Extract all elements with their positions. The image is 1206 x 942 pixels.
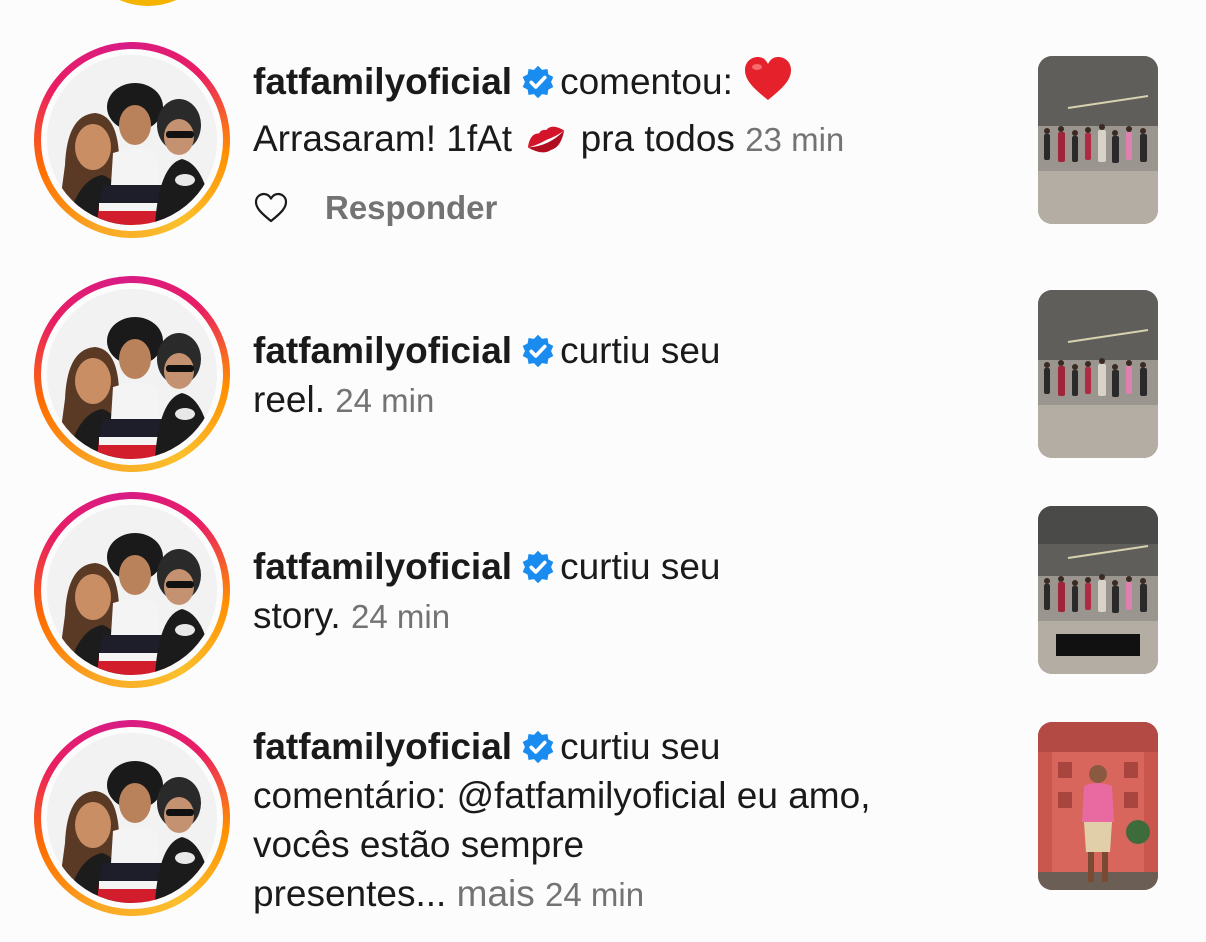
red-heart-icon xyxy=(743,56,793,114)
avatar[interactable] xyxy=(47,55,217,225)
notification-action: curtiu seu xyxy=(560,330,721,371)
video-thumbnail[interactable] xyxy=(1038,722,1158,890)
avatar[interactable] xyxy=(47,733,217,903)
notification-like-reel[interactable]: fatfamilyoficial curtiu seu reel. 24 min xyxy=(0,276,1206,476)
story-ring[interactable] xyxy=(34,492,230,688)
timestamp: 24 min xyxy=(351,598,451,635)
verified-badge-icon xyxy=(520,729,556,765)
more-link[interactable]: mais xyxy=(457,873,535,914)
reply-button[interactable]: Responder xyxy=(325,189,497,227)
username[interactable]: fatfamilyoficial xyxy=(253,61,512,102)
timestamp: 24 min xyxy=(545,876,645,913)
username[interactable]: fatfamilyoficial xyxy=(253,726,512,767)
liked-comment-text-cont: vocês estão sempre xyxy=(253,824,585,865)
verified-badge-icon xyxy=(520,549,556,585)
notification-action: curtiu seu xyxy=(560,726,721,767)
notification-action-object: reel. xyxy=(253,379,325,420)
verified-badge-icon xyxy=(520,333,556,369)
verified-badge-icon xyxy=(520,64,556,100)
heart-outline-icon[interactable] xyxy=(253,190,289,226)
timestamp: 24 min xyxy=(335,382,435,419)
comment-text: Arrasaram! 1fAt xyxy=(253,118,513,159)
notification-comment[interactable]: fatfamilyoficial comentou: Arrasaram! 1fA… xyxy=(0,42,1206,242)
username[interactable]: fatfamilyoficial xyxy=(253,546,512,587)
comment-actions: Responder xyxy=(253,188,497,228)
comment-text-end: pra todos xyxy=(580,118,735,159)
notification-action: curtiu seu xyxy=(560,546,721,587)
username[interactable]: fatfamilyoficial xyxy=(253,330,512,371)
story-ring[interactable] xyxy=(34,42,230,238)
timestamp: 23 min xyxy=(745,121,845,158)
liked-comment-text-end: presentes... xyxy=(253,873,447,914)
notification-action-object: story. xyxy=(253,595,341,636)
avatar[interactable] xyxy=(47,505,217,675)
story-ring[interactable] xyxy=(34,720,230,916)
notification-like-story[interactable]: fatfamilyoficial curtiu seu story. 24 min xyxy=(0,492,1206,692)
liked-comment-text: comentário: @fatfamilyoficial eu amo, xyxy=(253,775,871,816)
story-ring[interactable] xyxy=(34,276,230,472)
kiss-mark-icon xyxy=(522,119,570,171)
notification-like-comment[interactable]: fatfamilyoficial curtiu seu comentário: @… xyxy=(0,720,1206,930)
story-thumbnail[interactable] xyxy=(1038,506,1158,674)
avatar[interactable] xyxy=(47,289,217,459)
post-thumbnail[interactable] xyxy=(1038,56,1158,224)
notification-action: comentou: xyxy=(560,61,733,102)
reel-thumbnail[interactable] xyxy=(1038,290,1158,458)
